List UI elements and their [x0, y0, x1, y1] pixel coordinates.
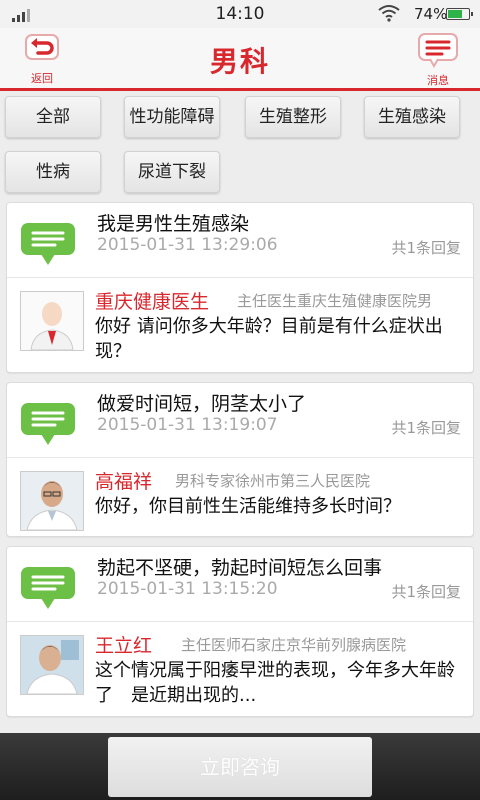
question-title: 勃起不坚硬，勃起时间短怎么回事 [97, 557, 383, 579]
answer-text: 你好 请问你多大年龄？目前是有什么症状出现？ [95, 316, 443, 362]
message-icon [418, 33, 458, 69]
doctor-name: 王立红 [95, 635, 153, 657]
bottom-bar: 立即咨询 [0, 733, 480, 800]
category-genital-plastic[interactable]: 生殖整形 [245, 96, 341, 138]
category-hypospadias[interactable]: 尿道下裂 [124, 151, 220, 193]
messages-button[interactable]: 消息 [408, 32, 468, 88]
question-date: 2015-01-31 13:15:20 [97, 579, 278, 599]
doctor-avatar [20, 635, 84, 695]
category-std[interactable]: 性病 [5, 151, 101, 193]
category-sexual-dysfunction[interactable]: 性功能障碍 [124, 96, 220, 138]
app-header: 返回 男科 消息 [0, 28, 480, 91]
doctor-avatar [20, 291, 84, 351]
doctor-answer[interactable]: 重庆健康医生 主任医生重庆生殖健康医院男 你好 请问你多大年龄？目前是有什么症状… [7, 278, 473, 372]
question-summary[interactable]: 勃起不坚硬，勃起时间短怎么回事 2015-01-31 13:15:20 共1条回… [7, 547, 473, 622]
doctor-name: 高福祥 [95, 471, 153, 493]
messages-label: 消息 [427, 74, 449, 87]
question-title: 我是男性生殖感染 [97, 213, 250, 235]
doctor-name: 重庆健康医生 [95, 291, 210, 313]
chat-bubble-icon [21, 403, 75, 445]
doctor-photo-icon [21, 636, 83, 694]
doctor-avatar [20, 471, 84, 531]
question-date: 2015-01-31 13:19:07 [97, 415, 278, 435]
question-summary[interactable]: 我是男性生殖感染 2015-01-31 13:29:06 共1条回复 [7, 203, 473, 278]
question-card[interactable]: 勃起不坚硬，勃起时间短怎么回事 2015-01-31 13:15:20 共1条回… [6, 546, 474, 717]
chat-bubble-icon [21, 567, 75, 609]
category-filter: 全部 性功能障碍 生殖整形 生殖感染 性病 尿道下裂 [0, 92, 480, 200]
category-genital-infection[interactable]: 生殖感染 [364, 96, 460, 138]
wifi-icon [378, 5, 400, 22]
battery-icon [446, 8, 473, 20]
reply-count: 共1条回复 [391, 419, 461, 437]
status-time: 14:10 [215, 4, 265, 24]
consult-now-button[interactable]: 立即咨询 [108, 737, 372, 797]
question-date: 2015-01-31 13:29:06 [97, 235, 278, 255]
answer-text: 这个情况属于阳痿早泄的表现，今年多大年龄了 是近期出现的... [95, 660, 455, 706]
question-summary[interactable]: 做爱时间短，阴茎太小了 2015-01-31 13:19:07 共1条回复 [7, 383, 473, 458]
answer-text: 你好，你目前性生活能维持多长时间？ [95, 496, 401, 517]
question-card[interactable]: 做爱时间短，阴茎太小了 2015-01-31 13:19:07 共1条回复 高福… [6, 382, 474, 537]
doctor-title: 主任医师石家庄京华前列腺病医院 [181, 636, 407, 654]
doctor-photo-icon [21, 472, 83, 530]
doctor-answer[interactable]: 王立红 主任医师石家庄京华前列腺病医院 这个情况属于阳痿早泄的表现，今年多大年龄… [7, 622, 473, 716]
reply-count: 共1条回复 [391, 583, 461, 601]
question-title: 做爱时间短，阴茎太小了 [97, 393, 307, 415]
category-all[interactable]: 全部 [5, 96, 101, 138]
doctor-title: 男科专家徐州市第三人民医院 [175, 472, 371, 490]
status-bar: 14:10 74% [0, 0, 480, 28]
doctor-placeholder-icon [21, 292, 83, 350]
doctor-title: 主任医生重庆生殖健康医院男 [237, 292, 433, 310]
chat-bubble-icon [21, 223, 75, 265]
battery-percent: 74% [414, 5, 448, 23]
reply-count: 共1条回复 [391, 239, 461, 257]
question-list: 我是男性生殖感染 2015-01-31 13:29:06 共1条回复 重庆健康医… [6, 202, 474, 726]
question-card[interactable]: 我是男性生殖感染 2015-01-31 13:29:06 共1条回复 重庆健康医… [6, 202, 474, 373]
doctor-answer[interactable]: 高福祥 男科专家徐州市第三人民医院 你好，你目前性生活能维持多长时间？ [7, 458, 473, 536]
